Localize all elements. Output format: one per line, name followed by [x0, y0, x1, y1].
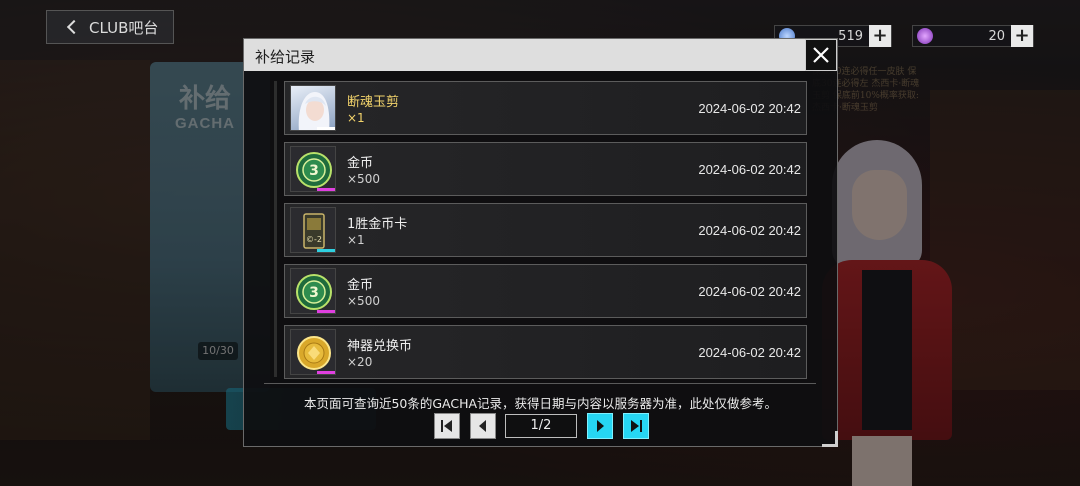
- last-page-button[interactable]: [623, 413, 649, 439]
- item-qty: ×500: [347, 172, 380, 186]
- list-divider: [264, 383, 816, 384]
- gold-coin-icon: 3: [290, 146, 336, 192]
- item-name: 1胜金币卡: [347, 217, 408, 232]
- record-row: ©-2 1胜金币卡 ×1 2024-06-02 20:42: [284, 203, 807, 257]
- supply-record-dialog: 补给记录 断魂玉剪 ×1 2024-06-02 20:42 3 金币 ×500 …: [243, 38, 838, 447]
- item-name: 金币: [347, 156, 374, 171]
- record-row: 断魂玉剪 ×1 2024-06-02 20:42: [284, 81, 807, 135]
- next-page-icon: [597, 420, 604, 432]
- rarity-bar: [317, 249, 335, 252]
- corner-decoration: [822, 431, 838, 447]
- page-indicator: 1/2: [505, 414, 577, 438]
- next-page-button[interactable]: [587, 413, 613, 439]
- record-row: 3 金币 ×500 2024-06-02 20:42: [284, 264, 807, 318]
- rarity-bar: [317, 310, 335, 313]
- rarity-bar: [317, 371, 335, 374]
- item-qty: ×1: [347, 233, 365, 247]
- gold-coin-icon: 3: [290, 268, 336, 314]
- record-date: 2024-06-02 20:42: [698, 345, 801, 360]
- add-gem-button[interactable]: +: [1011, 25, 1033, 47]
- notice-text: 本页面可查询近50条的GACHA记录，获得日期与内容以服务器为准，此处仅做参考。: [303, 396, 778, 411]
- gem-count: 20: [988, 28, 1005, 44]
- add-feather-button[interactable]: +: [869, 25, 891, 47]
- prev-page-button[interactable]: [470, 413, 496, 439]
- item-name: 金币: [347, 278, 374, 293]
- close-icon: [813, 47, 829, 63]
- first-page-button[interactable]: [434, 413, 460, 439]
- dialog-header: 补给记录: [244, 39, 837, 71]
- record-date: 2024-06-02 20:42: [698, 223, 801, 238]
- prev-page-icon: [479, 420, 486, 432]
- item-qty: ×20: [347, 355, 373, 369]
- item-name: 断魂玉剪: [347, 95, 400, 110]
- resource-gem: 20 +: [912, 25, 1034, 47]
- svg-text:3: 3: [309, 163, 319, 179]
- svg-text:©-2: ©-2: [306, 235, 322, 244]
- back-button[interactable]: CLUB吧台: [46, 10, 174, 44]
- back-label: CLUB吧台: [89, 18, 159, 37]
- item-name: 神器兑换币: [347, 339, 413, 354]
- record-date: 2024-06-02 20:42: [698, 284, 801, 299]
- record-row: 神器兑换币 ×20 2024-06-02 20:42: [284, 325, 807, 379]
- item-qty: ×1: [347, 111, 365, 125]
- artifact-token-icon: [290, 329, 336, 375]
- gem-icon: [917, 28, 933, 44]
- close-button[interactable]: [805, 39, 837, 71]
- rarity-bar: [317, 127, 335, 130]
- svg-text:3: 3: [309, 285, 319, 301]
- first-page-icon: [441, 420, 452, 432]
- character-portrait-icon: [290, 85, 336, 131]
- record-list: 断魂玉剪 ×1 2024-06-02 20:42 3 金币 ×500 2024-…: [274, 81, 809, 381]
- last-page-icon: [631, 420, 642, 432]
- item-qty: ×500: [347, 294, 380, 308]
- record-date: 2024-06-02 20:42: [698, 162, 801, 177]
- coin-card-icon: ©-2: [290, 207, 336, 253]
- record-date: 2024-06-02 20:42: [698, 101, 801, 116]
- record-row: 3 金币 ×500 2024-06-02 20:42: [284, 142, 807, 196]
- rarity-bar: [317, 188, 335, 191]
- chevron-left-icon: [66, 19, 82, 35]
- dialog-title: 补给记录: [255, 48, 316, 66]
